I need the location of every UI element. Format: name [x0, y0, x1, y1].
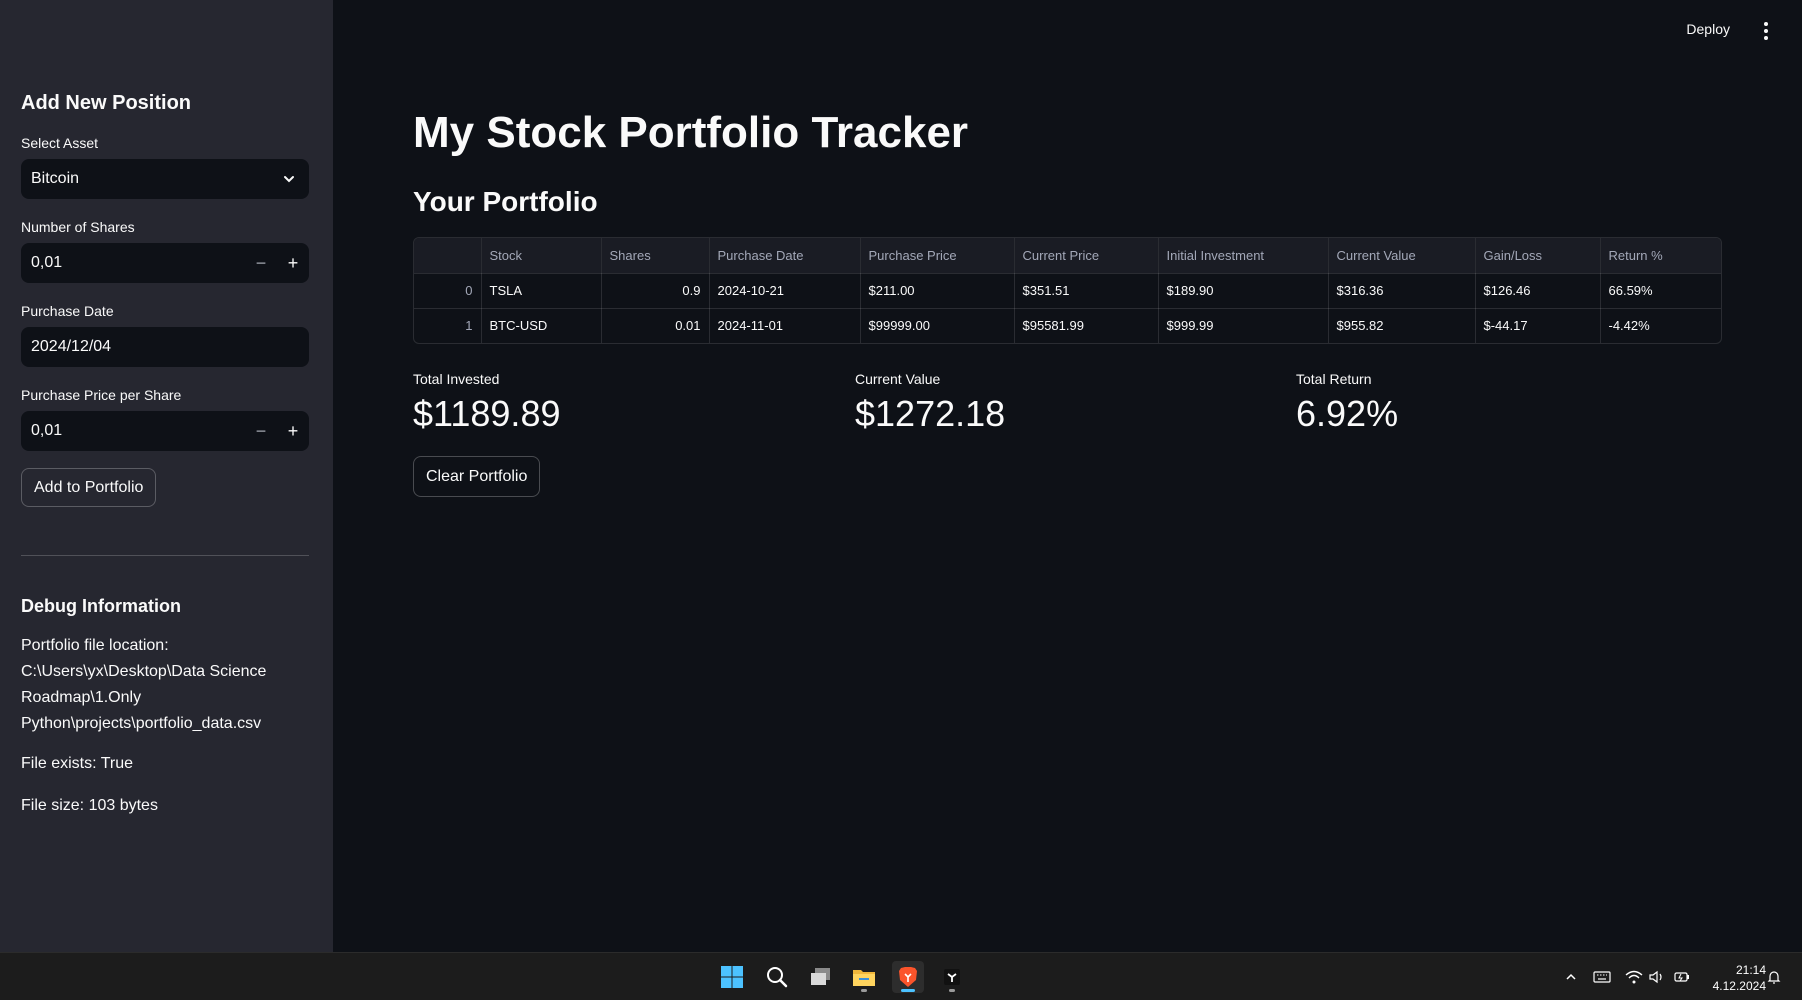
shares-stepper[interactable]: 0,01 − +: [21, 243, 309, 283]
clear-portfolio-button[interactable]: Clear Portfolio: [413, 456, 541, 497]
brave-browser-icon[interactable]: [892, 961, 924, 993]
column-header[interactable]: [414, 238, 482, 274]
table-cell[interactable]: $316.36: [1328, 273, 1476, 309]
column-header[interactable]: Current Value: [1328, 238, 1476, 274]
metric-value: $1272.18: [855, 393, 1006, 434]
metric-value: $1189.89: [413, 393, 561, 434]
add-position-heading: Add New Position: [21, 92, 191, 114]
debug-location-label: Portfolio file location:: [21, 637, 169, 654]
row-index: 0: [414, 273, 482, 309]
battery-icon[interactable]: [1672, 967, 1692, 987]
table-cell[interactable]: 0.9: [601, 273, 710, 309]
taskbar: 21:14 4.12.2024: [0, 952, 1802, 1000]
table-cell[interactable]: $351.51: [1014, 273, 1159, 309]
column-header[interactable]: Stock: [481, 238, 602, 274]
table-cell[interactable]: 2024-10-21: [709, 273, 861, 309]
notification-bell-icon[interactable]: [1764, 967, 1784, 987]
purchase-date-label: Purchase Date: [21, 303, 114, 319]
column-header[interactable]: Shares: [601, 238, 710, 274]
price-input[interactable]: 0,01: [21, 422, 245, 440]
table-cell[interactable]: 0.01: [601, 308, 710, 343]
terminal-app-icon[interactable]: [936, 961, 968, 993]
table-cell[interactable]: $999.99: [1158, 308, 1329, 343]
shares-input[interactable]: 0,01: [21, 254, 245, 272]
windows-start-icon[interactable]: [716, 961, 748, 993]
debug-location-line: Roadmap\1.Only: [21, 689, 142, 706]
column-header[interactable]: Purchase Date: [709, 238, 861, 274]
price-decrement-button[interactable]: −: [245, 412, 277, 450]
table-cell[interactable]: BTC-USD: [481, 308, 602, 343]
row-index: 1: [414, 308, 482, 343]
table-cell[interactable]: TSLA: [481, 273, 602, 309]
add-to-portfolio-button[interactable]: Add to Portfolio: [21, 468, 157, 507]
table-cell[interactable]: $955.82: [1328, 308, 1476, 343]
column-header[interactable]: Purchase Price: [860, 238, 1015, 274]
shares-decrement-button[interactable]: −: [245, 244, 277, 282]
debug-location-line: C:\Users\yx\Desktop\Data Science: [21, 663, 267, 680]
column-header[interactable]: Return %: [1600, 238, 1721, 274]
app-active-indicator: [901, 989, 915, 992]
page-title: My Stock Portfolio Tracker: [413, 108, 969, 157]
table-cell[interactable]: -4.42%: [1600, 308, 1721, 343]
deploy-button[interactable]: Deploy: [1686, 21, 1730, 37]
keyboard-icon[interactable]: [1592, 967, 1612, 987]
table-cell[interactable]: $95581.99: [1014, 308, 1159, 343]
table-cell[interactable]: 2024-11-01: [709, 308, 861, 343]
chevron-up-icon[interactable]: [1561, 967, 1581, 987]
price-label: Purchase Price per Share: [21, 387, 182, 403]
debug-location-line: Python\projects\portfolio_data.csv: [21, 715, 262, 732]
clock-time: 21:14: [1735, 963, 1766, 977]
file-explorer-icon[interactable]: [848, 961, 880, 993]
chevron-down-icon[interactable]: [269, 159, 309, 199]
debug-file-size: File size: 103 bytes: [21, 797, 158, 814]
shares-increment-button[interactable]: +: [277, 244, 309, 282]
debug-location: Portfolio file location: C:\Users\yx\Des…: [21, 633, 311, 737]
volume-icon[interactable]: [1647, 967, 1667, 987]
price-increment-button[interactable]: +: [277, 412, 309, 450]
purchase-date-input[interactable]: 2024/12/04: [21, 327, 309, 367]
table-header-row: Stock Shares Purchase Date Purchase Pric…: [414, 238, 1721, 274]
taskbar-clock[interactable]: 21:14 4.12.2024: [1713, 962, 1766, 994]
shares-label: Number of Shares: [21, 219, 135, 235]
sidebar-divider: [21, 555, 309, 556]
sidebar: Add New Position Select Asset Bitcoin Nu…: [0, 0, 333, 952]
table-cell[interactable]: $99999.00: [860, 308, 1015, 343]
wifi-icon[interactable]: [1624, 967, 1644, 987]
debug-heading: Debug Information: [21, 596, 181, 616]
purchase-date-value: 2024/12/04: [31, 338, 112, 355]
portfolio-table[interactable]: Stock Shares Purchase Date Purchase Pric…: [413, 237, 1722, 344]
clock-date: 4.12.2024: [1712, 979, 1766, 993]
column-header[interactable]: Initial Investment: [1158, 238, 1329, 274]
app-running-indicator: [949, 989, 955, 992]
metric-label: Current Value: [855, 371, 941, 387]
table-row[interactable]: 1 BTC-USD 0.01 2024-11-01 $99999.00 $955…: [414, 308, 1721, 343]
debug-file-exists: File exists: True: [21, 755, 134, 772]
search-icon[interactable]: [761, 961, 793, 993]
app-running-indicator: [861, 989, 867, 992]
column-header[interactable]: Current Price: [1014, 238, 1159, 274]
asset-select[interactable]: Bitcoin: [21, 159, 309, 199]
metric-label: Total Invested: [413, 371, 500, 387]
metric-value: 6.92%: [1296, 393, 1399, 434]
portfolio-subtitle: Your Portfolio: [413, 186, 598, 217]
table-cell[interactable]: $-44.17: [1475, 308, 1601, 343]
table-cell[interactable]: 66.59%: [1600, 273, 1721, 309]
column-header[interactable]: Gain/Loss: [1475, 238, 1601, 274]
task-view-icon[interactable]: [805, 961, 837, 993]
price-stepper[interactable]: 0,01 − +: [21, 411, 309, 451]
metric-label: Total Return: [1296, 371, 1372, 387]
metric-current-value: Current Value $1272.18: [855, 371, 1005, 435]
main-menu-icon[interactable]: [1758, 20, 1774, 42]
table-cell[interactable]: $126.46: [1475, 273, 1601, 309]
metric-total-invested: Total Invested $1189.89: [413, 371, 560, 435]
table-cell[interactable]: $211.00: [860, 273, 1015, 309]
table-row[interactable]: 0 TSLA 0.9 2024-10-21 $211.00 $351.51 $1…: [414, 273, 1721, 309]
metric-total-return: Total Return 6.92%: [1296, 371, 1398, 435]
table-cell[interactable]: $189.90: [1158, 273, 1329, 309]
asset-select-value: Bitcoin: [31, 170, 80, 187]
select-asset-label: Select Asset: [21, 135, 99, 151]
